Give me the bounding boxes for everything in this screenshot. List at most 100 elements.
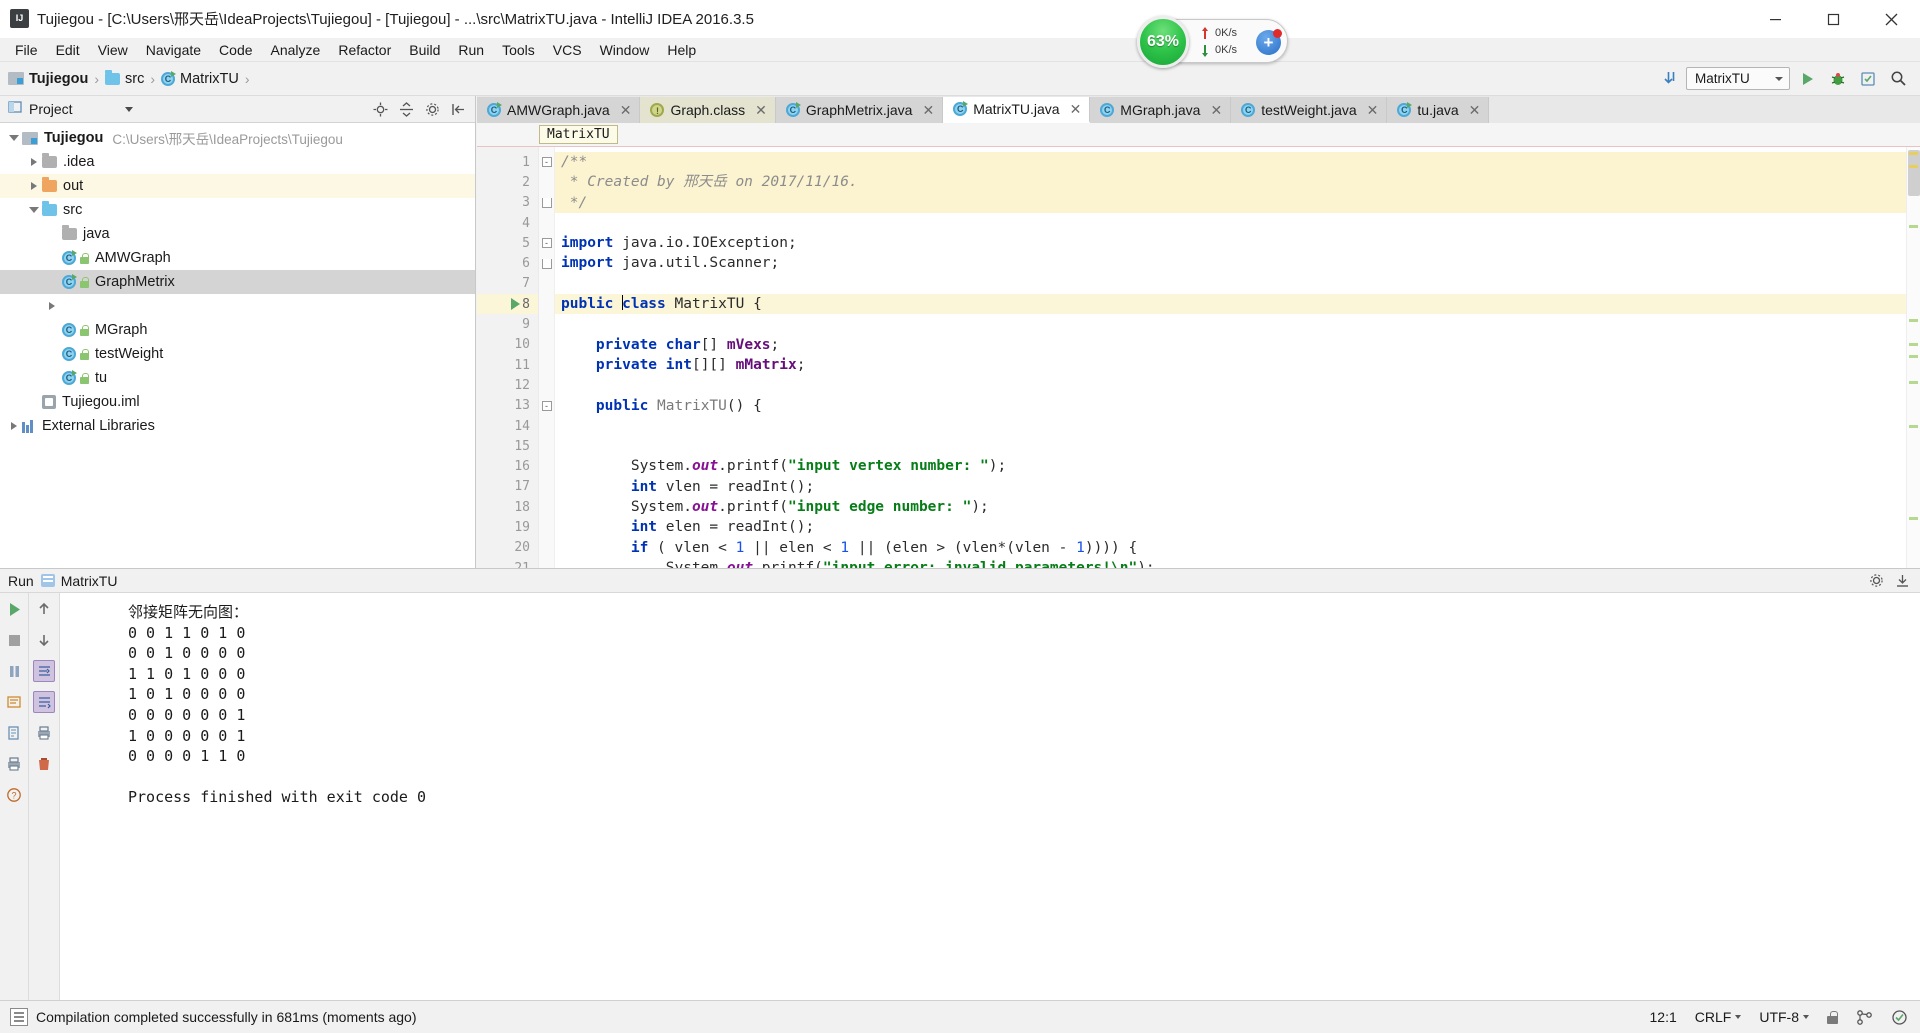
close-icon[interactable]: ✕ — [1469, 102, 1481, 119]
fold-marker[interactable] — [539, 314, 554, 334]
editor-tab-mgraph[interactable]: MGraph.java ✕ — [1090, 97, 1231, 123]
code-line[interactable] — [555, 314, 1906, 334]
code-line[interactable]: System.out.printf("input error: invalid … — [555, 558, 1906, 568]
marker-info[interactable] — [1909, 343, 1918, 346]
marker-info[interactable] — [1909, 319, 1918, 322]
menu-view[interactable]: View — [89, 39, 137, 61]
marker-info[interactable] — [1909, 225, 1918, 228]
fold-marker[interactable] — [539, 538, 554, 558]
line-number[interactable]: 1 — [477, 152, 538, 172]
chevron-right-icon[interactable] — [6, 422, 22, 430]
code-line[interactable]: /** — [555, 152, 1906, 172]
pause-icon[interactable] — [3, 660, 25, 682]
tree-row-project[interactable]: Tujiegou C:\Users\邢天岳\IdeaProjects\Tujie… — [0, 126, 475, 150]
close-icon[interactable]: ✕ — [1210, 102, 1222, 119]
tree-row-src[interactable]: src — [0, 198, 475, 222]
line-number[interactable]: 7 — [477, 274, 538, 294]
export-icon[interactable] — [3, 722, 25, 744]
menu-run[interactable]: Run — [449, 39, 493, 61]
clear-all-icon[interactable] — [33, 753, 55, 775]
update-project-icon[interactable] — [1656, 67, 1680, 91]
fold-marker[interactable]: - — [539, 233, 554, 253]
fold-marker[interactable] — [539, 558, 554, 568]
fold-marker[interactable] — [539, 193, 554, 213]
code-line[interactable]: * Created by 邢天岳 on 2017/11/16. — [555, 172, 1906, 192]
marker-info[interactable] — [1909, 517, 1918, 520]
menu-window[interactable]: Window — [591, 39, 659, 61]
code-line[interactable] — [555, 274, 1906, 294]
inspection-icon[interactable] — [1891, 1009, 1908, 1026]
tree-row-collapsed-node[interactable] — [0, 294, 475, 318]
menu-vcs[interactable]: VCS — [544, 39, 591, 61]
code-line[interactable] — [555, 213, 1906, 233]
menu-build[interactable]: Build — [400, 39, 449, 61]
tree-row-iml[interactable]: Tujiegou.iml — [0, 390, 475, 414]
tree-row-graphmetrix[interactable]: GraphMetrix — [0, 270, 475, 294]
fold-marker[interactable]: - — [539, 396, 554, 416]
editor-tab-testweight[interactable]: testWeight.java ✕ — [1231, 97, 1387, 123]
breadcrumb-item-class[interactable]: MatrixTU — [161, 71, 239, 87]
close-button[interactable] — [1862, 0, 1920, 38]
editor-marker-strip[interactable] — [1906, 147, 1920, 568]
debug-button[interactable] — [1826, 67, 1850, 91]
caret-position[interactable]: 12:1 — [1650, 1009, 1677, 1025]
hide-icon[interactable] — [450, 101, 466, 117]
code-folding-column[interactable]: --- — [539, 147, 555, 568]
fold-marker[interactable] — [539, 355, 554, 375]
scroll-down-icon[interactable] — [33, 629, 55, 651]
editor-tab-graphmetrix[interactable]: GraphMetrix.java ✕ — [776, 97, 943, 123]
marker-info[interactable] — [1909, 355, 1918, 358]
menu-navigate[interactable]: Navigate — [137, 39, 210, 61]
code-line[interactable]: import java.io.IOException; — [555, 233, 1906, 253]
line-number[interactable]: 4 — [477, 213, 538, 233]
add-button[interactable]: + — [1256, 30, 1281, 55]
fold-marker[interactable] — [539, 294, 554, 314]
hide-icon[interactable] — [1894, 573, 1910, 589]
run-button[interactable] — [1796, 67, 1820, 91]
locate-icon[interactable] — [372, 101, 388, 117]
code-line[interactable]: int elen = readInt(); — [555, 517, 1906, 537]
code-line[interactable]: */ — [555, 193, 1906, 213]
chevron-right-icon[interactable] — [26, 182, 42, 190]
coverage-button[interactable] — [1856, 67, 1880, 91]
line-number[interactable]: 9 — [477, 314, 538, 334]
gear-icon[interactable] — [1868, 573, 1884, 589]
line-number[interactable]: 18 — [477, 497, 538, 517]
tree-row-external-libraries[interactable]: External Libraries — [0, 414, 475, 438]
rerun-icon[interactable] — [3, 598, 25, 620]
editor-tab-matrixtu[interactable]: MatrixTU.java ✕ — [943, 97, 1090, 123]
chevron-down-icon[interactable] — [125, 107, 133, 112]
fold-marker[interactable] — [539, 253, 554, 273]
line-number[interactable]: 8 — [477, 294, 538, 314]
lock-icon[interactable] — [1827, 1011, 1838, 1024]
help-icon[interactable]: ? — [3, 784, 25, 806]
editor-tab-amwgraph[interactable]: AMWGraph.java ✕ — [477, 97, 640, 123]
menu-refactor[interactable]: Refactor — [329, 39, 400, 61]
fold-marker[interactable] — [539, 456, 554, 476]
line-number[interactable]: 19 — [477, 517, 538, 537]
search-icon[interactable] — [1886, 67, 1910, 91]
editor-breadcrumb-chip[interactable]: MatrixTU — [539, 125, 618, 144]
network-speed-widget[interactable]: 63% 0K/s 0K/s + — [1140, 19, 1288, 63]
minimize-button[interactable] — [1746, 0, 1804, 38]
fold-marker[interactable] — [539, 497, 554, 517]
print-icon[interactable] — [33, 722, 55, 744]
line-number[interactable]: 15 — [477, 436, 538, 456]
stop-icon[interactable] — [3, 629, 25, 651]
line-number[interactable]: 11 — [477, 355, 538, 375]
line-number[interactable]: 13 — [477, 396, 538, 416]
line-number[interactable]: 6 — [477, 253, 538, 273]
line-number[interactable]: 21 — [477, 558, 538, 568]
code-line[interactable]: int vlen = readInt(); — [555, 477, 1906, 497]
line-number[interactable]: 2 — [477, 172, 538, 192]
chevron-down-icon[interactable] — [26, 207, 42, 213]
menu-tools[interactable]: Tools — [493, 39, 544, 61]
close-icon[interactable]: ✕ — [620, 102, 632, 119]
line-separator-selector[interactable]: CRLF — [1695, 1009, 1742, 1025]
close-icon[interactable]: ✕ — [1070, 101, 1082, 118]
gear-icon[interactable] — [424, 101, 440, 117]
scroll-to-end-icon[interactable] — [33, 691, 55, 713]
breadcrumb-item-src[interactable]: src — [105, 71, 144, 87]
run-tab-matrixtu[interactable]: MatrixTU — [41, 573, 118, 589]
editor-tab-tu[interactable]: tu.java ✕ — [1387, 97, 1489, 123]
